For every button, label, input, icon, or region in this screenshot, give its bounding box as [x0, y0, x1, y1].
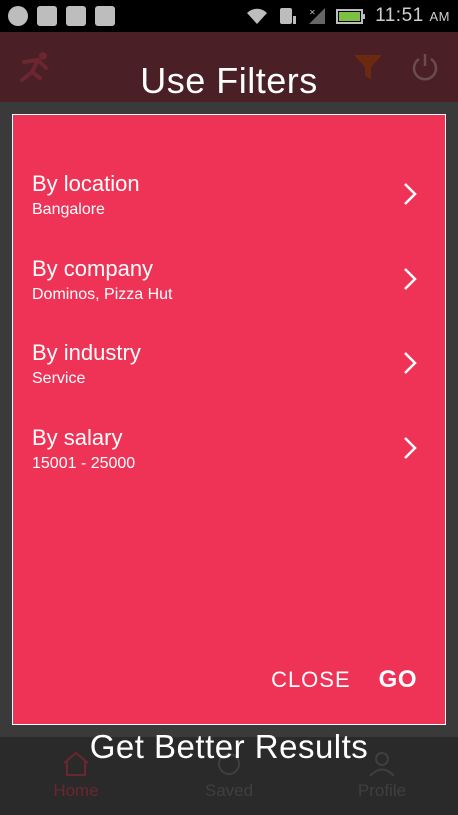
close-button[interactable]: CLOSE — [271, 667, 351, 693]
go-button[interactable]: GO — [379, 666, 417, 694]
clock: 11:51 AM — [375, 5, 450, 27]
filter-row-location[interactable]: By location Bangalore — [13, 171, 445, 241]
battery-icon — [336, 6, 366, 26]
filter-row-industry[interactable]: By industry Service — [13, 340, 445, 410]
status-bar-system: ✕ 11:51 AM — [245, 5, 450, 27]
clock-time: 11:51 — [375, 5, 424, 26]
overlay-title: Use Filters — [140, 60, 318, 101]
svg-text:✕: ✕ — [309, 8, 316, 17]
nav-label: Saved — [204, 781, 254, 800]
filter-label: By location — [32, 171, 140, 196]
sim-icon — [278, 6, 298, 26]
dialog-actions: CLOSE GO — [271, 666, 417, 694]
overlay-subtitle: Get Better Results — [89, 728, 369, 765]
image-icon — [37, 6, 57, 26]
filter-label: By industry — [32, 340, 141, 365]
filter-dialog: By location Bangalore By company Dominos… — [12, 114, 446, 725]
chevron-right-icon — [402, 350, 418, 376]
chevron-right-icon — [402, 266, 418, 292]
media-icon — [66, 6, 86, 26]
chevron-right-icon — [402, 435, 418, 461]
wifi-icon — [245, 6, 269, 26]
filter-label: By company — [32, 256, 154, 281]
filter-row-company[interactable]: By company Dominos, Pizza Hut — [13, 256, 445, 326]
filter-label: By salary — [32, 425, 123, 450]
download-icon — [95, 6, 115, 26]
status-bar: ✕ 11:51 AM — [0, 0, 458, 32]
chevron-right-icon — [402, 181, 418, 207]
status-bar-notifications — [8, 6, 115, 26]
clock-ampm: AM — [429, 9, 450, 24]
sync-icon — [8, 6, 28, 26]
nav-label: Home — [53, 781, 99, 800]
signal-icon: ✕ — [307, 6, 327, 26]
filter-value: 15001 - 25000 — [32, 455, 136, 472]
filter-value: Service — [32, 370, 86, 387]
filter-value: Dominos, Pizza Hut — [32, 286, 173, 303]
filter-row-salary[interactable]: By salary 15001 - 25000 — [13, 425, 445, 495]
filter-value: Bangalore — [32, 201, 105, 218]
nav-label: Profile — [357, 781, 407, 800]
